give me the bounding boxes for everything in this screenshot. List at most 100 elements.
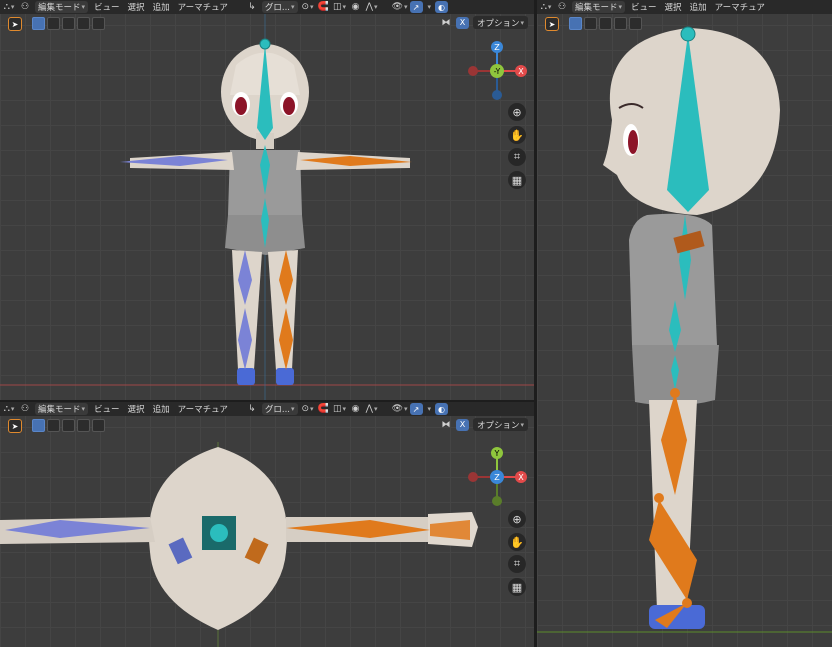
cursor-icon[interactable]: ➤ xyxy=(545,17,559,31)
snap-target-icon[interactable]: ◫ ▾ xyxy=(333,2,346,13)
menu-add[interactable]: 追加 xyxy=(688,1,709,13)
transform-orientation-icon: ↳ xyxy=(248,404,256,414)
side-viewport[interactable]: ⛬ ▾ ⚇ 編集モード ▾ ビュー 選択 追加 アーマチュア ➤ xyxy=(537,0,832,647)
select-extend-icon[interactable] xyxy=(47,17,60,30)
zoom-icon[interactable]: ⊕ xyxy=(508,510,526,528)
snap-icon[interactable]: 🧲 xyxy=(318,404,330,415)
menu-select[interactable]: 選択 xyxy=(126,1,147,13)
front-scene xyxy=(0,14,534,400)
menu-select[interactable]: 選択 xyxy=(126,403,147,415)
pivot-icon[interactable]: ⊙ ▾ xyxy=(302,2,314,13)
select-extend-icon[interactable] xyxy=(584,17,597,30)
menu-armature[interactable]: アーマチュア xyxy=(713,1,767,13)
options-dropdown[interactable]: オプション ▾ xyxy=(472,418,528,431)
armature-bones[interactable] xyxy=(120,38,412,370)
bone-head-tip xyxy=(210,524,228,542)
grid-icon[interactable]: ▦ xyxy=(508,171,526,189)
orientation-dropdown[interactable]: グロ... ▾ xyxy=(261,1,298,13)
options-dropdown[interactable]: オプション ▾ xyxy=(472,16,528,29)
menu-add[interactable]: 追加 xyxy=(151,403,172,415)
menu-view[interactable]: ビュー xyxy=(92,1,122,13)
tool-row: ➤ xyxy=(8,17,105,31)
select-new-icon[interactable] xyxy=(32,419,45,432)
x-mirror-toggle[interactable]: X xyxy=(455,16,469,29)
menu-armature[interactable]: アーマチュア xyxy=(176,403,230,415)
tool-row: ➤ xyxy=(545,17,642,31)
armature-mode-icon: ⚇ xyxy=(20,404,30,414)
cursor-icon[interactable]: ➤ xyxy=(8,17,22,31)
navigation-gizmo[interactable]: Z X -Y xyxy=(463,40,533,102)
proportional-edit-icon[interactable]: ◉ xyxy=(350,404,362,415)
tool-row: ➤ xyxy=(8,419,105,433)
visibility-icon[interactable]: 👁 ▾ xyxy=(392,404,408,415)
visibility-icon[interactable]: 👁 ▾ xyxy=(392,2,408,13)
grid-icon[interactable]: ▦ xyxy=(508,578,526,596)
viewport-header: ⛬ ▾ ⚇ 編集モード ▾ ビュー 選択 追加 アーマチュア xyxy=(537,0,832,14)
menu-add[interactable]: 追加 xyxy=(151,1,172,13)
orientation-dropdown[interactable]: グロ... ▾ xyxy=(261,403,298,415)
character-mesh xyxy=(130,44,410,385)
side-scene xyxy=(537,26,832,633)
mirror-icon: ⧓ xyxy=(441,419,451,430)
proportional-edit-icon[interactable]: ◉ xyxy=(350,2,362,13)
armature-mode-icon: ⚇ xyxy=(557,2,567,12)
top-viewport[interactable]: ⛬ ▾ ⚇ 編集モード ▾ ビュー 選択 追加 アーマチュア ↳ グロ... ▾ ⊙ ▾… xyxy=(0,402,534,647)
transform-orientation-icon: ↳ xyxy=(248,2,256,12)
bone-hip-joint xyxy=(670,388,680,398)
options-area: ⧓ X オプション ▾ xyxy=(440,16,528,29)
gizmo-toggle-icon[interactable]: ↗ xyxy=(409,403,423,415)
falloff-icon[interactable]: ⋀ ▾ xyxy=(366,2,378,13)
mode-dropdown[interactable]: 編集モード ▾ xyxy=(35,1,89,13)
gizmo-negy-label: -Y xyxy=(494,67,501,76)
armature-mode-icon: ⚇ xyxy=(20,2,30,12)
x-mirror-toggle[interactable]: X xyxy=(455,418,469,431)
mode-dropdown[interactable]: 編集モード ▾ xyxy=(35,403,89,415)
select-invert-icon[interactable] xyxy=(614,17,627,30)
camera-icon[interactable]: ⌗ xyxy=(508,555,526,573)
top-scene xyxy=(0,442,478,647)
select-invert-icon[interactable] xyxy=(77,419,90,432)
gizmo-y-label: Y xyxy=(494,449,500,458)
gizmo-toggle-icon[interactable]: ↗ xyxy=(409,1,423,13)
bone-head-tip xyxy=(680,26,696,42)
select-new-icon[interactable] xyxy=(32,17,45,30)
pivot-icon[interactable]: ⊙ ▾ xyxy=(302,404,314,415)
mode-dropdown[interactable]: 編集モード ▾ xyxy=(572,1,626,13)
navigation-gizmo[interactable]: Y X Z xyxy=(463,446,533,508)
select-intersect-icon[interactable] xyxy=(92,419,105,432)
character-mesh xyxy=(0,447,478,630)
select-extend-icon[interactable] xyxy=(47,419,60,432)
hand-icon[interactable]: ✋ xyxy=(508,126,526,144)
select-subtract-icon[interactable] xyxy=(62,17,75,30)
viewport-header: ⛬ ▾ ⚇ 編集モード ▾ ビュー 選択 追加 アーマチュア ↳ グロ... ▾ ⊙ ▾… xyxy=(0,402,534,416)
select-new-icon[interactable] xyxy=(569,17,582,30)
menu-select[interactable]: 選択 xyxy=(663,1,684,13)
zoom-icon[interactable]: ⊕ xyxy=(508,103,526,121)
gizmo-x-label: X xyxy=(518,473,524,482)
gizmo-x-label: X xyxy=(518,67,524,76)
overlay-toggle-icon[interactable]: ◐ xyxy=(435,403,449,415)
menu-view[interactable]: ビュー xyxy=(92,403,122,415)
editor-type-icon[interactable]: ⛬ ▾ xyxy=(3,404,15,415)
bone-head-tip xyxy=(259,38,271,50)
hand-icon[interactable]: ✋ xyxy=(508,533,526,551)
menu-armature[interactable]: アーマチュア xyxy=(176,1,230,13)
cursor-icon[interactable]: ➤ xyxy=(8,419,22,433)
editor-type-icon[interactable]: ⛬ ▾ xyxy=(540,2,552,13)
menu-view[interactable]: ビュー xyxy=(629,1,659,13)
snap-icon[interactable]: 🧲 xyxy=(318,2,330,13)
editor-type-icon[interactable]: ⛬ ▾ xyxy=(3,2,15,13)
viewport-header: ⛬ ▾ ⚇ 編集モード ▾ ビュー 選択 追加 アーマチュア ↳ グロ... ▾ ⊙ ▾… xyxy=(0,0,534,14)
select-intersect-icon[interactable] xyxy=(92,17,105,30)
overlay-toggle-icon[interactable]: ◐ xyxy=(435,1,449,13)
mirror-icon: ⧓ xyxy=(441,17,451,28)
select-invert-icon[interactable] xyxy=(77,17,90,30)
falloff-icon[interactable]: ⋀ ▾ xyxy=(366,404,378,415)
gizmo-z-label: Z xyxy=(494,473,500,482)
select-subtract-icon[interactable] xyxy=(62,419,75,432)
select-subtract-icon[interactable] xyxy=(599,17,612,30)
front-viewport[interactable]: ⛬ ▾ ⚇ 編集モード ▾ ビュー 選択 追加 アーマチュア ↳ グロ... ▾ ⊙ ▾… xyxy=(0,0,534,400)
snap-target-icon[interactable]: ◫ ▾ xyxy=(333,404,346,415)
select-intersect-icon[interactable] xyxy=(629,17,642,30)
camera-icon[interactable]: ⌗ xyxy=(508,148,526,166)
